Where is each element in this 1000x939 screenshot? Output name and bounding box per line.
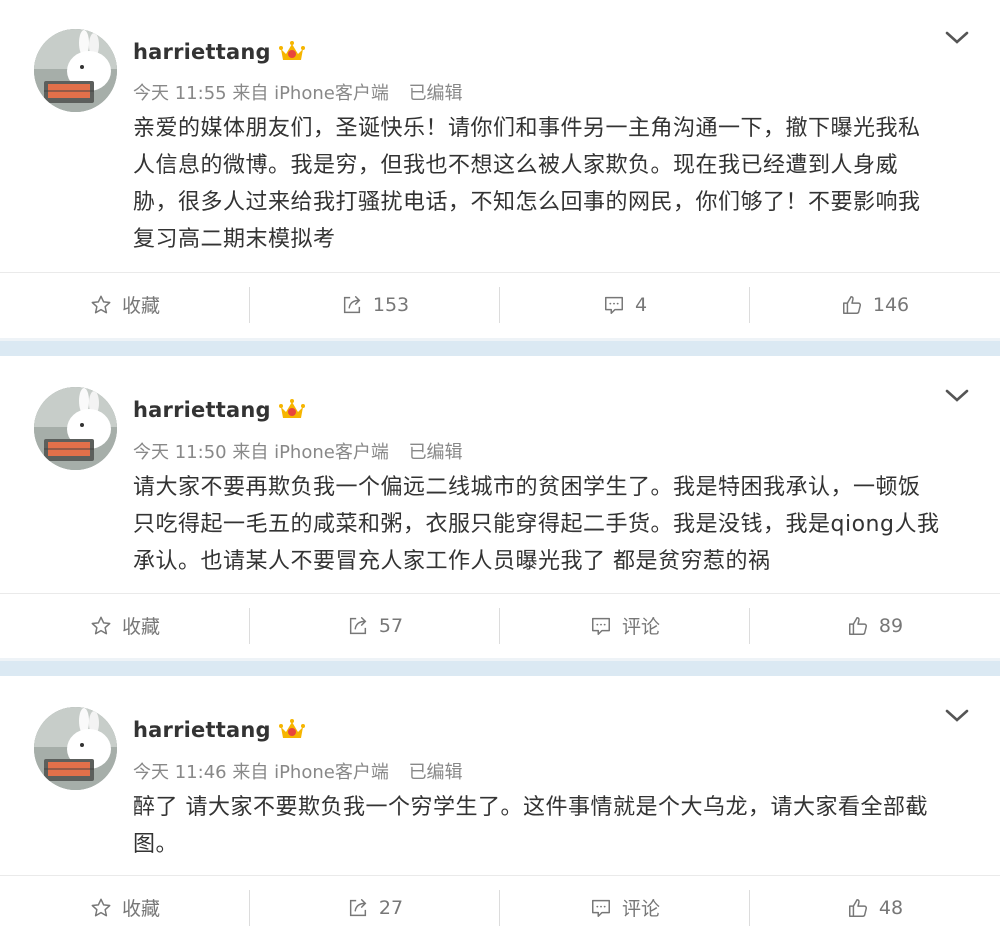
- username-text[interactable]: harriettang: [133, 40, 271, 64]
- post-content: 亲爱的媒体朋友们，圣诞快乐！请你们和事件另一主角沟通一下，撤下曝光我私 人信息的…: [133, 110, 973, 258]
- vip-crown-icon: [278, 719, 305, 738]
- vip-crown-icon: [278, 399, 305, 418]
- edited-label[interactable]: 已编辑: [409, 442, 463, 463]
- favorite-button[interactable]: 收藏: [0, 594, 250, 657]
- favorite-button[interactable]: 收藏: [0, 876, 250, 939]
- post-source: 来自 iPhone客户端: [232, 762, 389, 783]
- post-source: 来自 iPhone客户端: [232, 83, 389, 104]
- comment-button[interactable]: 评论: [500, 594, 750, 657]
- feed-separator: [0, 658, 1000, 676]
- weibo-post: harriettang 今天 11:46 来自 iPhone客户端 已编辑 醉了…: [0, 676, 1000, 938]
- comment-count: 4: [634, 293, 648, 316]
- content-line: 亲爱的媒体朋友们，圣诞快乐！请你们和事件另一主角沟通一下，撤下曝光我私: [133, 116, 921, 141]
- comment-count: 评论: [621, 898, 660, 920]
- action-bar: 收藏 57 评论 89: [0, 593, 1000, 656]
- chevron-down-icon[interactable]: [944, 707, 970, 725]
- post-content: 醉了 请大家不要欺负我一个穷学生了。这件事情就是个大乌龙，请大家看全部截 图。: [133, 789, 973, 863]
- post-source: 来自 iPhone客户端: [232, 442, 389, 463]
- content-line: 承认。也请某人不要冒充人家工作人员曝光我了 都是贫穷惹的祸: [133, 549, 771, 574]
- repost-count: 27: [378, 896, 404, 919]
- comment-button[interactable]: 评论: [500, 876, 750, 939]
- star-icon: [91, 295, 111, 313]
- chevron-down-icon[interactable]: [944, 387, 970, 405]
- edited-label[interactable]: 已编辑: [409, 83, 463, 104]
- content-line: 只吃得起一毛五的咸菜和粥，衣服只能穿得起二手货。我是没钱，我是qiong人我: [133, 512, 940, 537]
- favorite-label: 收藏: [121, 898, 160, 920]
- post-time[interactable]: 今天 11:55: [133, 83, 227, 104]
- action-bar: 收藏 27 评论 48: [0, 875, 1000, 938]
- weibo-post: harriettang 今天 11:50 来自 iPhone客户端 已编辑 请大…: [0, 356, 1000, 658]
- vip-crown-icon: [278, 41, 305, 60]
- action-bar: 收藏 153 4 146: [0, 272, 1000, 335]
- username[interactable]: harriettang: [133, 40, 305, 64]
- post-meta: 今天 11:50 来自 iPhone客户端 已编辑: [133, 438, 463, 464]
- username-text[interactable]: harriettang: [133, 718, 271, 742]
- comment-icon: [604, 296, 623, 314]
- comment-count: 评论: [621, 616, 660, 638]
- like-button[interactable]: 146: [750, 273, 1000, 336]
- comment-icon: [592, 617, 610, 635]
- content-line: 请大家不要再欺负我一个偏远二线城市的贫困学生了。我是特困我承认，一顿饭: [133, 475, 921, 500]
- edited-label[interactable]: 已编辑: [409, 762, 463, 783]
- username[interactable]: harriettang: [133, 718, 305, 742]
- post-time[interactable]: 今天 11:50: [133, 442, 227, 463]
- repost-button[interactable]: 153: [250, 273, 500, 336]
- avatar[interactable]: [34, 707, 117, 790]
- content-line: 胁，很多人过来给我打骚扰电话，不知怎么回事的网民，你们够了！不要影响我: [133, 190, 921, 215]
- content-line: 图。: [133, 832, 179, 857]
- username[interactable]: harriettang: [133, 398, 305, 422]
- favorite-button[interactable]: 收藏: [0, 273, 250, 336]
- comment-button[interactable]: 4: [500, 273, 750, 336]
- avatar[interactable]: [34, 387, 117, 470]
- feed-separator: [0, 338, 1000, 356]
- star-icon: [91, 616, 111, 634]
- content-line: 醉了 请大家不要欺负我一个穷学生了。这件事情就是个大乌龙，请大家看全部截: [133, 795, 928, 820]
- repost-button[interactable]: 27: [250, 876, 500, 939]
- like-count: 48: [878, 896, 904, 919]
- post-time[interactable]: 今天 11:46: [133, 762, 227, 783]
- repost-icon: [349, 898, 367, 916]
- username-text[interactable]: harriettang: [133, 398, 271, 422]
- thumbs-up-icon: [842, 295, 861, 314]
- thumbs-up-icon: [848, 898, 867, 917]
- content-line: 复习高二期末模拟考: [133, 227, 336, 252]
- star-icon: [91, 898, 111, 916]
- content-line: 人信息的微博。我是穷，但我也不想这么被人家欺负。现在我已经遭到人身威: [133, 153, 899, 178]
- repost-icon: [343, 295, 361, 313]
- like-button[interactable]: 89: [750, 594, 1000, 657]
- chevron-down-icon[interactable]: [944, 29, 970, 47]
- like-count: 89: [878, 614, 904, 637]
- favorite-label: 收藏: [121, 616, 160, 638]
- like-count: 146: [872, 293, 910, 316]
- thumbs-up-icon: [848, 616, 867, 635]
- avatar[interactable]: [34, 29, 117, 112]
- favorite-label: 收藏: [121, 295, 160, 317]
- post-content: 请大家不要再欺负我一个偏远二线城市的贫困学生了。我是特困我承认，一顿饭 只吃得起…: [133, 469, 973, 580]
- comment-icon: [592, 899, 610, 917]
- like-button[interactable]: 48: [750, 876, 1000, 939]
- repost-icon: [349, 616, 367, 634]
- repost-count: 153: [372, 293, 410, 316]
- repost-count: 57: [378, 614, 404, 637]
- weibo-post: harriettang 今天 11:55 来自 iPhone客户端 已编辑 亲爱…: [0, 0, 1000, 338]
- repost-button[interactable]: 57: [250, 594, 500, 657]
- post-meta: 今天 11:55 来自 iPhone客户端 已编辑: [133, 79, 463, 105]
- post-meta: 今天 11:46 来自 iPhone客户端 已编辑: [133, 758, 463, 784]
